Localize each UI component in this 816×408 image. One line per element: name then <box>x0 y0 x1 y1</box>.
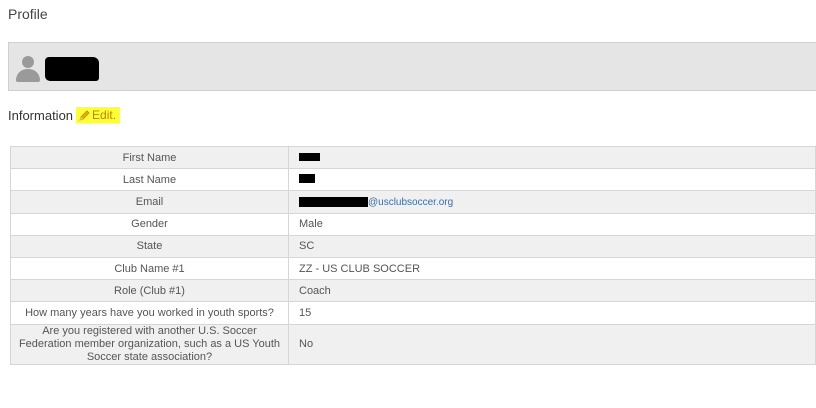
information-table: First Name Last Name Email @usclubsoccer… <box>10 145 816 365</box>
table-row: Role (Club #1) Coach <box>10 279 816 303</box>
email-user-redacted <box>299 197 368 208</box>
row-label-other-registration: Are you registered with another U.S. Soc… <box>10 323 289 365</box>
row-label-email: Email <box>10 190 289 214</box>
information-heading: Information <box>8 107 74 123</box>
email-link[interactable]: @usclubsoccer.org <box>368 197 453 208</box>
row-value-club-name: ZZ - US CLUB SOCCER <box>288 256 816 281</box>
row-value-other-registration: No <box>288 323 816 365</box>
information-heading-row: Information Edit. <box>8 107 121 123</box>
row-label-state: State <box>10 234 289 258</box>
table-row: State SC <box>10 234 816 258</box>
page-title: Profile <box>8 6 48 22</box>
profile-header-bar <box>8 42 816 91</box>
row-label-gender: Gender <box>10 212 289 236</box>
table-row: Club Name #1 ZZ - US CLUB SOCCER <box>10 256 816 281</box>
table-row: Last Name <box>10 168 816 192</box>
profile-page: Profile Information Edit. First Name Las… <box>0 0 816 408</box>
pencil-icon <box>79 109 90 121</box>
table-row: Email @usclubsoccer.org <box>10 190 816 214</box>
avatar-icon <box>15 55 41 82</box>
row-value-state: SC <box>288 234 816 258</box>
row-label-first-name: First Name <box>10 145 289 170</box>
row-value-gender: Male <box>288 212 816 236</box>
row-label-role: Role (Club #1) <box>10 279 289 303</box>
table-row: Gender Male <box>10 212 816 236</box>
table-row: First Name <box>10 145 816 170</box>
row-value-years-worked: 15 <box>288 301 816 325</box>
table-row: How many years have you worked in youth … <box>10 301 816 325</box>
row-label-years-worked: How many years have you worked in youth … <box>10 301 289 325</box>
row-value-last-name <box>288 168 816 192</box>
row-value-email: @usclubsoccer.org <box>288 190 816 214</box>
row-label-last-name: Last Name <box>10 168 289 192</box>
row-label-club-name: Club Name #1 <box>10 256 289 281</box>
row-value-role: Coach <box>288 279 816 303</box>
profile-name-redacted <box>45 56 99 81</box>
row-value-first-name <box>288 145 816 170</box>
table-row: Are you registered with another U.S. Soc… <box>10 323 816 365</box>
edit-link[interactable]: Edit. <box>76 107 121 123</box>
edit-label: Edit. <box>92 108 117 122</box>
last-name-redacted <box>299 173 315 183</box>
first-name-redacted <box>299 152 320 161</box>
